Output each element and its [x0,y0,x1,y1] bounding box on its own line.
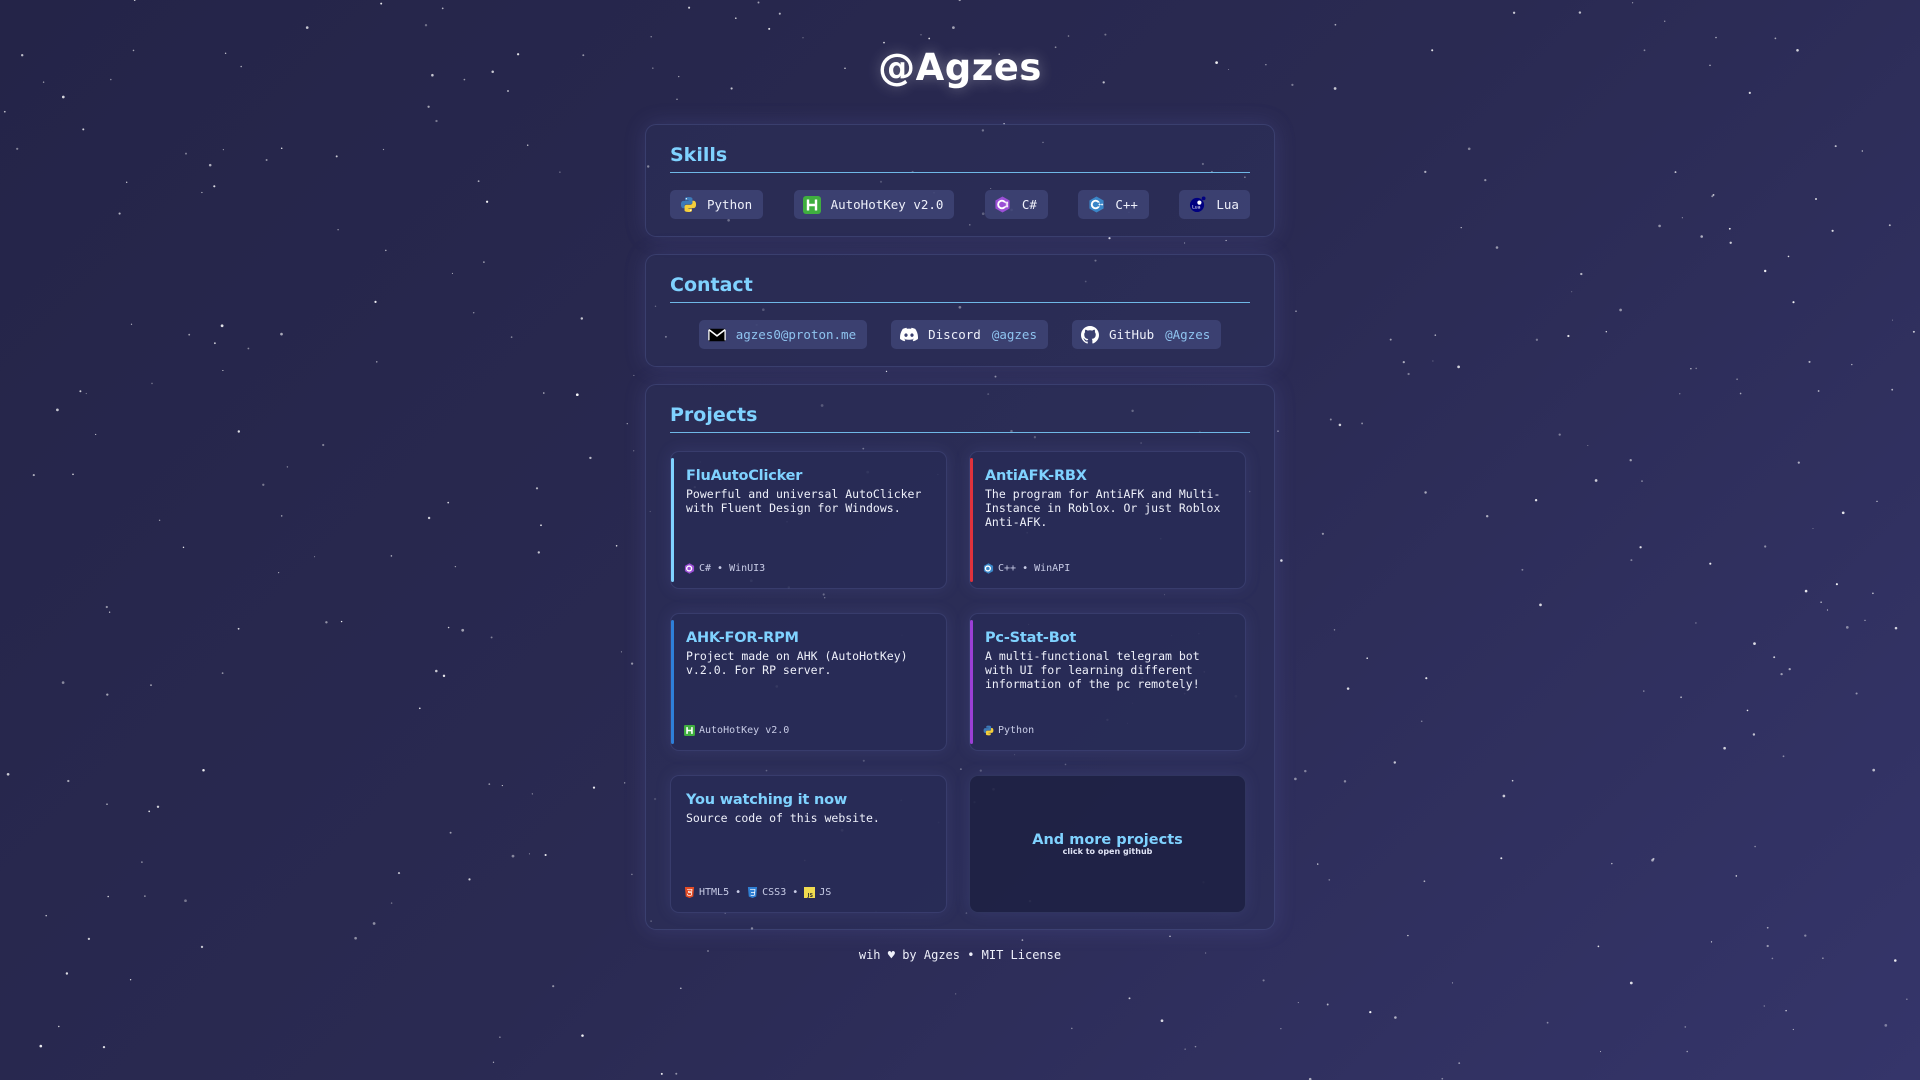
project-tags: HTML5 • CSS3 • JS JS [684,887,831,898]
svg-text:Lua: Lua [1192,204,1201,210]
javascript-icon: JS [804,887,816,898]
project-description: The program for AntiAFK and Multi- Insta… [985,487,1221,529]
skill-cplusplus[interactable]: C++ [1078,190,1149,219]
tag-label: AutoHotKey v2.0 [699,725,790,736]
project-title: You watching it now [686,792,848,808]
project-card-pc-stat-bot[interactable]: Pc-Stat-Bot A multi-functional telegram … [969,613,1246,751]
skill-label: C++ [1115,197,1138,212]
skill-label: AutoHotKey v2.0 [830,197,944,212]
html5-icon [684,887,695,898]
tag-label: C++ [998,563,1017,574]
project-card-antiafk-rbx[interactable]: AntiAFK-RBX The program for AntiAFK and … [969,451,1246,589]
python-icon [679,196,697,214]
skill-csharp[interactable]: C# [984,190,1048,219]
skill-label: C# [1021,197,1037,212]
project-description: Powerful and universal AutoClicker with … [686,487,922,515]
project-card-ahk-for-rpm[interactable]: AHK-FOR-RPM Project made on AHK (AutoHot… [670,613,947,751]
skill-lua[interactable]: Lua Lua [1179,190,1250,219]
lua-icon: Lua [1188,196,1206,214]
card-accent-stripe [970,620,973,744]
project-title: Pc-Stat-Bot [985,630,1077,646]
tag-label: WinUI3 [729,563,766,574]
project-tags: Python [983,725,1034,736]
cplusplus-icon [983,563,994,574]
tag-label: C# [699,563,712,574]
project-title: FluAutoClicker [686,468,803,484]
github-label: GitHub [1108,327,1155,342]
card-accent-stripe [671,458,674,582]
more-projects-card[interactable]: And more projects click to open github [969,775,1246,913]
more-projects-title: And more projects [1032,832,1183,848]
project-tags: C++ • WinAPI [983,563,1070,574]
tag-label: HTML5 [699,887,730,898]
footer: wih ♥ by Agzes • MIT License [858,948,1062,962]
project-tags: AutoHotKey v2.0 [684,725,789,736]
projects-title: Projects [670,403,1250,433]
project-title: AntiAFK-RBX [985,468,1087,484]
contact-discord-link[interactable]: Discord @agzes [891,320,1048,349]
project-description: Project made on AHK (AutoHotKey) v.2.0. … [686,649,908,677]
project-title: AHK-FOR-RPM [686,630,799,646]
projects-section: Projects FluAutoClicker Powerful and uni… [645,384,1275,930]
python-icon [983,725,994,736]
css3-icon [747,887,758,898]
tag-label: Python [998,725,1035,736]
github-handle: @Agzes [1165,327,1211,342]
tag-label: JS [819,887,832,898]
tag-label: WinAPI [1034,563,1071,574]
skill-label: Lua [1216,197,1239,212]
mail-icon [707,326,726,344]
skill-python[interactable]: Python [670,190,764,219]
discord-handle: @agzes [991,327,1037,342]
card-accent-stripe [671,620,674,744]
project-card-this-website[interactable]: You watching it now Source code of this … [670,775,947,913]
contact-title: Contact [670,273,1250,303]
project-description: Source code of this website. [686,811,880,825]
tag-label: CSS3 [762,887,787,898]
contact-section: Contact agzes0@proton.me Discord @agzes … [645,254,1275,367]
github-icon [1080,325,1099,344]
skill-autohotkey[interactable]: AutoHotKey v2.0 [793,190,955,219]
project-card-fluautoclicker[interactable]: FluAutoClicker Powerful and universal Au… [670,451,947,589]
autohotkey-icon [684,725,695,736]
autohotkey-icon [802,195,821,214]
svg-text:JS: JS [807,893,814,898]
cplusplus-icon [1087,196,1105,214]
email-address: agzes0@proton.me [735,327,857,342]
discord-icon [900,326,919,344]
csharp-icon [684,563,695,574]
card-accent-stripe [970,458,973,582]
discord-label: Discord [928,327,981,342]
skills-title: Skills [670,143,1250,173]
skill-label: Python [707,197,753,212]
csharp-icon [994,196,1012,214]
contact-github-link[interactable]: GitHub @Agzes [1071,320,1222,349]
project-tags: C# • WinUI3 [684,563,765,574]
more-projects-subtitle: click to open github [1062,847,1153,856]
contact-email-link[interactable]: agzes0@proton.me [698,320,868,349]
project-description: A multi-functional telegram bot with UI … [985,649,1200,691]
site-title: @Agzes [878,46,1042,89]
skills-section: Skills Python AutoHotKey v2.0 C# C++ Lua… [645,124,1275,237]
